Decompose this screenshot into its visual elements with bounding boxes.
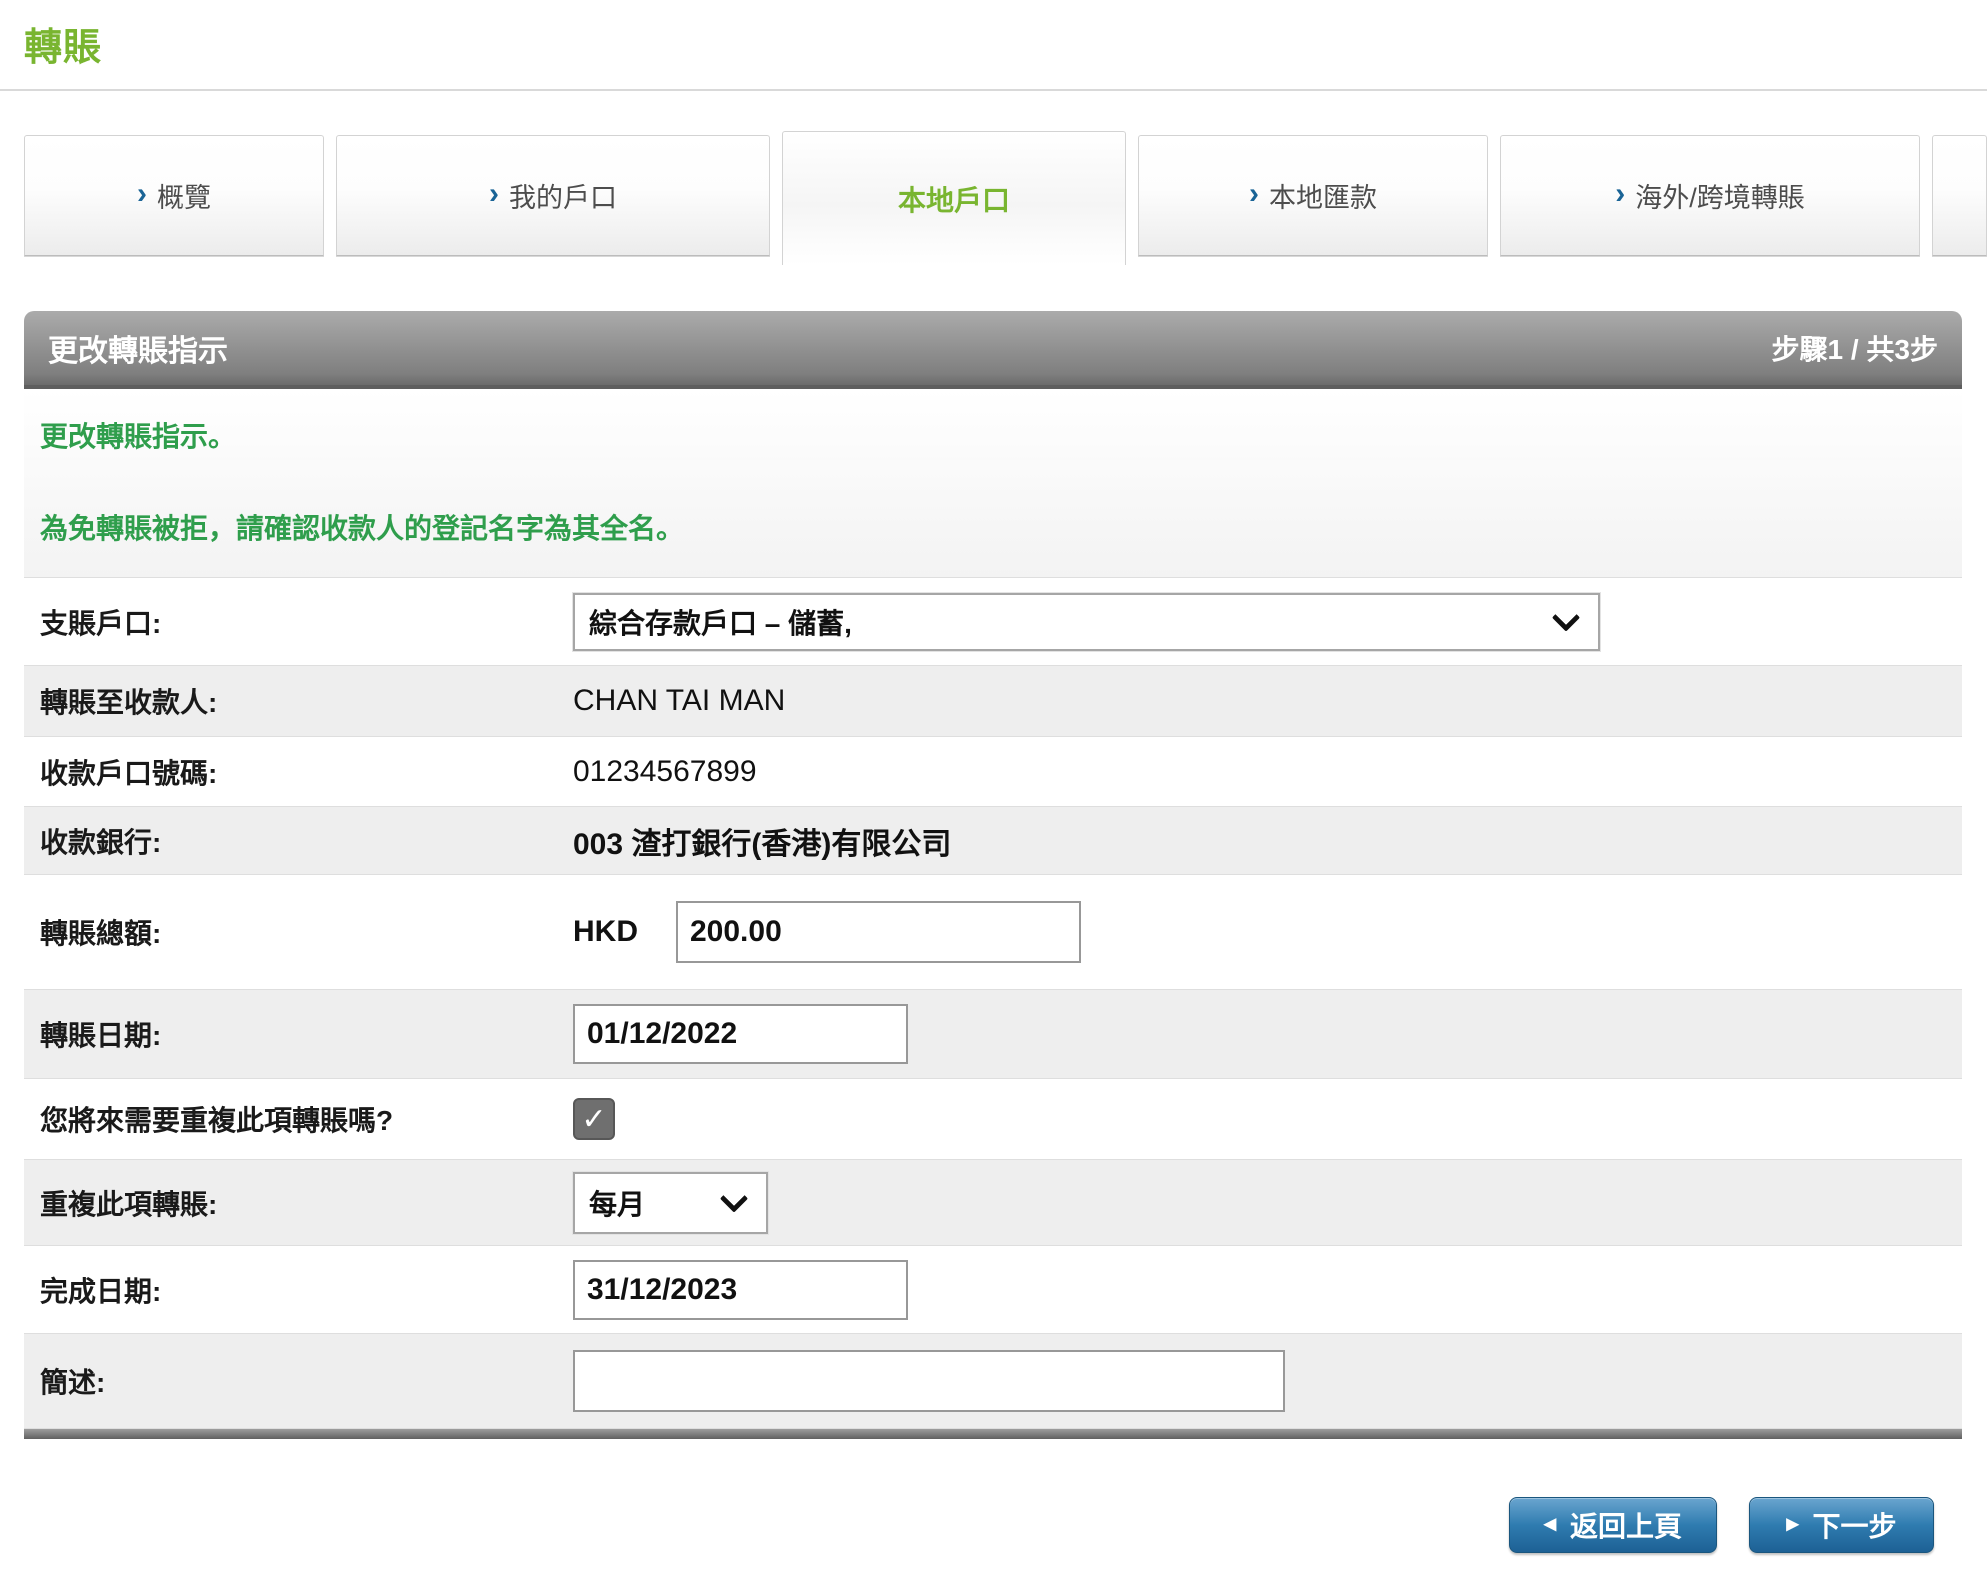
repeat-frequency-select[interactable]: 每月 — [573, 1172, 768, 1234]
description-input[interactable] — [573, 1350, 1285, 1412]
footer-actions: ◂ 返回上頁 ▸ 下一步 — [24, 1497, 1962, 1553]
panel-bottom-bar — [24, 1429, 1962, 1439]
change-transfer-panel: 更改轉賬指示 步驟1 / 共3步 更改轉賬指示。 為免轉賬被拒，請確認收款人的登… — [24, 311, 1962, 1439]
chevron-right-icon: › — [489, 179, 499, 209]
tab-local-accounts-active[interactable]: 本地戶口 — [782, 131, 1126, 265]
form-row-repeat-frequency: 重複此項轉賬: 每月 — [24, 1160, 1962, 1246]
tab-label: 海外/跨境轉賬 — [1635, 176, 1805, 215]
payee-account-value: 01234567899 — [573, 755, 757, 789]
payee-label: 轉賬至收款人: — [24, 681, 573, 721]
tab-my-accounts[interactable]: › 我的戶口 — [336, 135, 770, 256]
intro-line-1: 更改轉賬指示。 — [40, 415, 1962, 455]
tab-overview[interactable]: › 概覽 — [24, 135, 324, 256]
repeat-frequency-selected-value: 每月 — [589, 1183, 645, 1223]
checkmark-icon: ✓ — [581, 1102, 606, 1137]
debit-account-select[interactable]: 綜合存款戶口 – 儲蓄, — [573, 593, 1600, 651]
intro-text-block: 更改轉賬指示。 為免轉賬被拒，請確認收款人的登記名字為其全名。 — [24, 389, 1962, 578]
tab-partial-clipped[interactable] — [1932, 135, 1987, 256]
debit-account-selected-value: 綜合存款戶口 – 儲蓄, — [589, 602, 852, 642]
chevron-down-icon — [720, 1184, 748, 1212]
transfer-tabs: › 概覽 › 我的戶口 本地戶口 › 本地匯款 › 海外/跨境轉賬 — [24, 131, 1987, 265]
arrow-right-icon: ▸ — [1786, 1512, 1798, 1536]
back-button-label: 返回上頁 — [1570, 1505, 1682, 1545]
end-date-label: 完成日期: — [24, 1270, 573, 1310]
repeat-checkbox-checked[interactable]: ✓ — [573, 1098, 615, 1140]
chevron-right-icon: › — [137, 179, 147, 209]
amount-input[interactable] — [676, 901, 1081, 963]
payee-account-label: 收款戶口號碼: — [24, 752, 573, 792]
form-row-description: 簡述: — [24, 1334, 1962, 1429]
tab-label: 本地戶口 — [898, 179, 1010, 219]
end-date-input[interactable] — [573, 1260, 908, 1320]
form-row-payee: 轉賬至收款人: CHAN TAI MAN — [24, 666, 1962, 737]
arrow-left-icon: ◂ — [1544, 1512, 1556, 1536]
form-row-repeat-question: 您將來需要重複此項轉賬嗎? ✓ — [24, 1079, 1962, 1160]
transfer-date-input[interactable] — [573, 1004, 908, 1064]
title-divider — [0, 89, 1987, 91]
bank-value: 003 渣打銀行(香港)有限公司 — [573, 819, 951, 863]
chevron-right-icon: › — [1615, 179, 1625, 209]
step-indicator: 步驟1 / 共3步 — [1772, 328, 1938, 368]
tab-label: 概覽 — [157, 176, 211, 215]
page-title: 轉賬 — [24, 16, 1987, 71]
chevron-right-icon: › — [1249, 179, 1259, 209]
next-button[interactable]: ▸ 下一步 — [1749, 1497, 1934, 1553]
payee-value: CHAN TAI MAN — [573, 684, 785, 718]
form-row-amount: 轉賬總額: HKD — [24, 875, 1962, 990]
tab-overseas-transfer[interactable]: › 海外/跨境轉賬 — [1500, 135, 1920, 256]
next-button-label: 下一步 — [1813, 1505, 1897, 1545]
currency-code: HKD — [573, 915, 638, 949]
bank-label: 收款銀行: — [24, 821, 573, 861]
form-row-end-date: 完成日期: — [24, 1246, 1962, 1334]
description-label: 簡述: — [24, 1361, 573, 1401]
transfer-date-label: 轉賬日期: — [24, 1014, 573, 1054]
tab-local-remittance[interactable]: › 本地匯款 — [1138, 135, 1488, 256]
repeat-question-label: 您將來需要重複此項轉賬嗎? — [24, 1099, 573, 1139]
tab-label: 我的戶口 — [509, 176, 617, 215]
repeat-frequency-label: 重複此項轉賬: — [24, 1183, 573, 1223]
panel-header: 更改轉賬指示 步驟1 / 共3步 — [24, 311, 1962, 389]
form-row-debit-account: 支賬戶口: 綜合存款戶口 – 儲蓄, — [24, 578, 1962, 666]
back-button[interactable]: ◂ 返回上頁 — [1509, 1497, 1717, 1553]
chevron-down-icon — [1552, 603, 1580, 631]
form-row-transfer-date: 轉賬日期: — [24, 990, 1962, 1079]
tab-label: 本地匯款 — [1269, 176, 1377, 215]
form-row-bank: 收款銀行: 003 渣打銀行(香港)有限公司 — [24, 807, 1962, 875]
amount-label: 轉賬總額: — [24, 912, 573, 952]
intro-line-2: 為免轉賬被拒，請確認收款人的登記名字為其全名。 — [40, 507, 1962, 547]
panel-title: 更改轉賬指示 — [48, 326, 228, 370]
form-row-payee-account: 收款戶口號碼: 01234567899 — [24, 737, 1962, 807]
debit-account-label: 支賬戶口: — [24, 602, 573, 642]
